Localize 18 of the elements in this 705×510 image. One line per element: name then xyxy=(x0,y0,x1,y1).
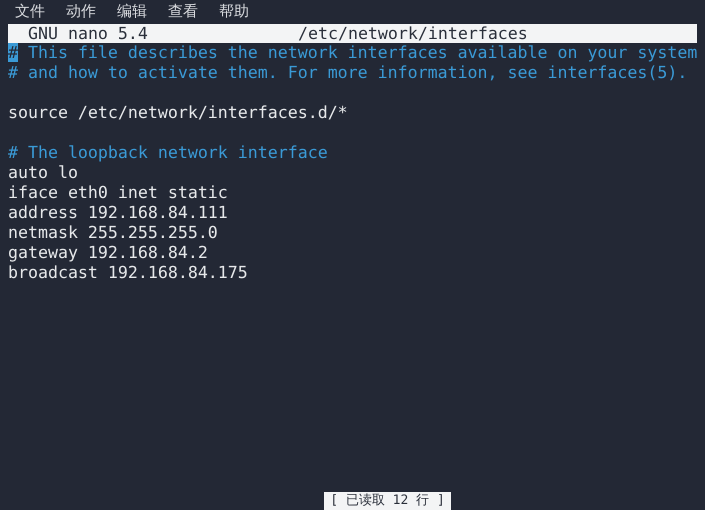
code-line: netmask 255.255.255.0 xyxy=(8,223,219,243)
app-version: GNU nano 5.4 xyxy=(28,24,149,43)
file-path: /etc/network/interfaces xyxy=(298,24,528,43)
comment-line: # and how to activate them. For more information, see interfaces(5). xyxy=(8,63,688,83)
code-line: source /etc/network/interfaces.d/* xyxy=(8,103,349,123)
code-line: address 192.168.84.111 xyxy=(8,203,229,223)
status-message: [ 已读取 12 行 ] xyxy=(324,492,451,510)
comment-line: # This file describes the network interfaces available on your system xyxy=(8,43,698,63)
code-line: broadcast 192.168.84.175 xyxy=(8,263,249,283)
menu-item[interactable]: 编辑 xyxy=(117,2,147,20)
menu-item[interactable]: 动作 xyxy=(66,2,96,20)
code-line: iface eth0 inet static xyxy=(8,183,229,203)
menu-item[interactable]: 查看 xyxy=(168,2,198,20)
comment-line: # The loopback network interface xyxy=(8,143,329,163)
menu-item[interactable]: 文件 xyxy=(15,2,45,20)
code-line: gateway 192.168.84.2 xyxy=(8,243,209,263)
menu-item[interactable]: 帮助 xyxy=(219,2,249,20)
code-line: auto lo xyxy=(8,163,79,183)
